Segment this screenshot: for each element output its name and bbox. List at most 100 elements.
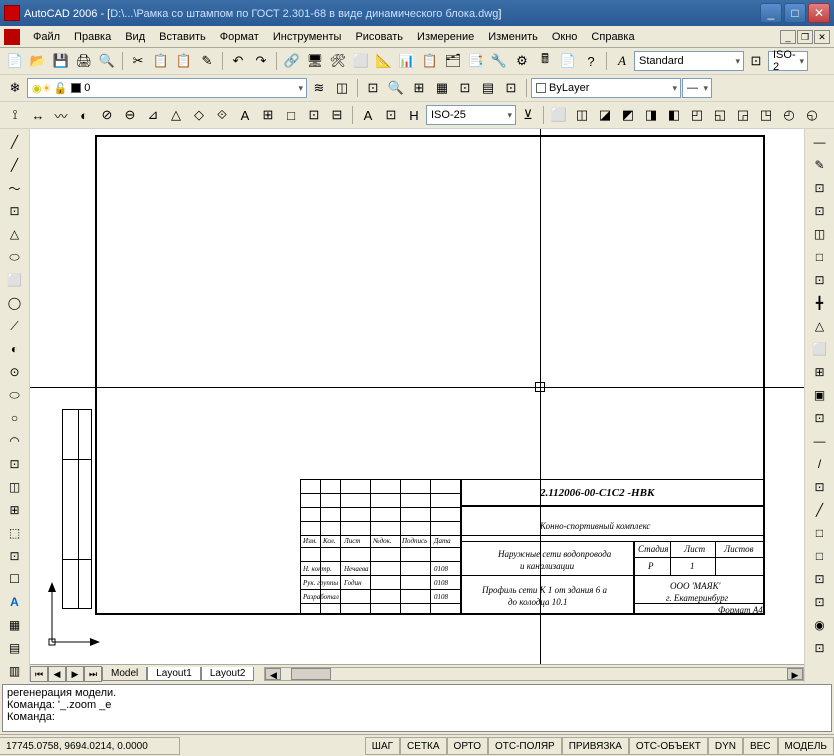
- redo-button[interactable]: ↷: [250, 50, 272, 72]
- view7[interactable]: ◱: [709, 104, 731, 126]
- view0[interactable]: ⬜: [548, 104, 570, 126]
- et3[interactable]: ⊞: [408, 77, 430, 99]
- tool21[interactable]: ⚙: [511, 50, 533, 72]
- drawing-canvas[interactable]: 2.112006-00-С1С2 -НВК Конно-спортивный к…: [30, 129, 804, 664]
- dim11[interactable]: A: [234, 104, 256, 126]
- undo-button[interactable]: ↶: [227, 50, 249, 72]
- copy-tool[interactable]: ✎: [809, 154, 831, 176]
- tab-layout1[interactable]: Layout1: [147, 667, 201, 681]
- offset-tool[interactable]: ⊡: [809, 200, 831, 222]
- join-tool[interactable]: ⊡: [809, 407, 831, 429]
- tab-layout2[interactable]: Layout2: [201, 667, 255, 681]
- fillet-tool[interactable]: /: [809, 453, 831, 475]
- revcloud-tool[interactable]: ◯: [4, 292, 26, 314]
- dimupd[interactable]: ⊻: [517, 104, 539, 126]
- maximize-button[interactable]: □: [784, 3, 806, 23]
- mdi-minimize[interactable]: _: [780, 30, 796, 44]
- menu-edit[interactable]: Правка: [67, 29, 118, 45]
- dim9[interactable]: ◇: [188, 104, 210, 126]
- menu-file[interactable]: Файл: [26, 29, 67, 45]
- menu-format[interactable]: Формат: [213, 29, 266, 45]
- menu-modify[interactable]: Изменить: [481, 29, 545, 45]
- gradient-tool[interactable]: ◫: [4, 476, 26, 498]
- tool-r19[interactable]: ⊡: [809, 568, 831, 590]
- tool-r22[interactable]: ⊡: [809, 637, 831, 659]
- mtext-tool[interactable]: ⊡: [4, 545, 26, 567]
- move-tool[interactable]: □: [809, 246, 831, 268]
- tool-l23[interactable]: ▥: [4, 660, 26, 682]
- scale-tool[interactable]: ╋: [809, 292, 831, 314]
- save-button[interactable]: 💾: [50, 50, 72, 72]
- et4[interactable]: ▦: [431, 77, 453, 99]
- dim12[interactable]: ⊞: [257, 104, 279, 126]
- tool-iso[interactable]: ⊡: [745, 50, 767, 72]
- hatch-tool[interactable]: ⊡: [4, 453, 26, 475]
- tool19[interactable]: 📑: [465, 50, 487, 72]
- copy-button[interactable]: 📋: [150, 50, 172, 72]
- tool18[interactable]: 🗂: [442, 50, 464, 72]
- mirror-tool[interactable]: ⊡: [809, 177, 831, 199]
- mdi-close[interactable]: ✕: [814, 30, 830, 44]
- paste-button[interactable]: 📋: [173, 50, 195, 72]
- view10[interactable]: ◴: [778, 104, 800, 126]
- status-dyn[interactable]: DYN: [708, 737, 743, 755]
- textstyle-button[interactable]: A: [611, 50, 633, 72]
- tab-last[interactable]: ⏭: [84, 666, 102, 682]
- view2[interactable]: ◪: [594, 104, 616, 126]
- et2[interactable]: 🔍: [385, 77, 407, 99]
- view9[interactable]: ◳: [755, 104, 777, 126]
- view4[interactable]: ◨: [640, 104, 662, 126]
- menu-dimension[interactable]: Измерение: [410, 29, 481, 45]
- tab-first[interactable]: ⏮: [30, 666, 48, 682]
- status-polar[interactable]: ОТС-ПОЛЯР: [488, 737, 562, 755]
- cmd-prompt[interactable]: Команда:: [7, 711, 827, 723]
- spline-tool[interactable]: ⟋: [4, 315, 26, 337]
- block-tool[interactable]: ○: [4, 407, 26, 429]
- tab-prev[interactable]: ◀: [48, 666, 66, 682]
- menu-window[interactable]: Окно: [545, 29, 585, 45]
- status-ortho[interactable]: ОРТО: [447, 737, 488, 755]
- linetype-dropdown[interactable]: ByLayer: [531, 78, 681, 98]
- ellipsearc-tool[interactable]: ⊙: [4, 361, 26, 383]
- text-tool[interactable]: A: [4, 591, 26, 613]
- view1[interactable]: ◫: [571, 104, 593, 126]
- et6[interactable]: ▤: [477, 77, 499, 99]
- line-tool[interactable]: ╱: [4, 131, 26, 153]
- dim6[interactable]: ⊖: [119, 104, 141, 126]
- tool16[interactable]: 📊: [396, 50, 418, 72]
- mdi-restore[interactable]: ❐: [797, 30, 813, 44]
- matchprop-button[interactable]: ✎: [196, 50, 218, 72]
- dim8[interactable]: △: [165, 104, 187, 126]
- dim10[interactable]: ⟐: [211, 104, 233, 126]
- cut-button[interactable]: ✂: [127, 50, 149, 72]
- insert-tool[interactable]: ⬭: [4, 384, 26, 406]
- view8[interactable]: ◲: [732, 104, 754, 126]
- help-button[interactable]: ?: [580, 50, 602, 72]
- tool-r17[interactable]: □: [809, 522, 831, 544]
- minimize-button[interactable]: _: [760, 3, 782, 23]
- plot-button[interactable]: 🖨: [73, 50, 95, 72]
- menu-draw[interactable]: Рисовать: [348, 29, 410, 45]
- trim-tool[interactable]: ⬜: [809, 338, 831, 360]
- pan-button[interactable]: 🔗: [281, 50, 303, 72]
- dim13[interactable]: □: [280, 104, 302, 126]
- dc-button[interactable]: ⬜: [350, 50, 372, 72]
- status-coords[interactable]: 17745.0758, 9694.0214, 0.0000: [0, 737, 180, 755]
- erase-tool[interactable]: —: [809, 131, 831, 153]
- lineweight-dropdown[interactable]: —: [682, 78, 712, 98]
- chamfer-tool[interactable]: —: [809, 430, 831, 452]
- et7[interactable]: ⊡: [500, 77, 522, 99]
- tool-r16[interactable]: ╱: [809, 499, 831, 521]
- menu-view[interactable]: Вид: [118, 29, 152, 45]
- tool-l19[interactable]: ☐: [4, 568, 26, 590]
- tool-l21[interactable]: ▦: [4, 614, 26, 636]
- table-tool[interactable]: ⬚: [4, 522, 26, 544]
- dim2[interactable]: ↔: [27, 104, 49, 126]
- textstyle-dropdown[interactable]: Standard: [634, 51, 744, 71]
- tool23[interactable]: 📄: [557, 50, 579, 72]
- ellipse-tool[interactable]: ◐: [4, 338, 26, 360]
- break-tool[interactable]: ▣: [809, 384, 831, 406]
- stretch-tool[interactable]: △: [809, 315, 831, 337]
- dim3[interactable]: 〰: [50, 104, 72, 126]
- zoom-button[interactable]: 🖥: [304, 50, 326, 72]
